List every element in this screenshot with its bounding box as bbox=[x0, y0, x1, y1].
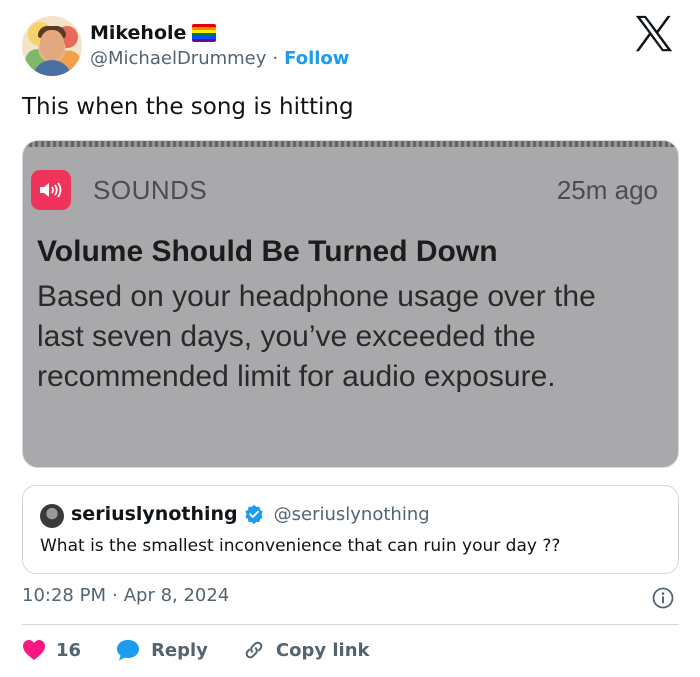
link-icon bbox=[245, 641, 263, 659]
verified-badge-icon bbox=[245, 504, 263, 524]
copy-link-label: Copy link bbox=[275, 639, 370, 661]
reply-label: Reply bbox=[151, 639, 208, 661]
handle-row: @MichaelDrummey · Follow bbox=[90, 48, 349, 69]
author-name-row[interactable]: Mikehole bbox=[90, 22, 217, 44]
notification-app-name: SOUNDS bbox=[93, 175, 208, 205]
avatar-face bbox=[40, 30, 64, 60]
like-button[interactable]: 16 bbox=[22, 639, 81, 661]
tweet-media-image[interactable]: SOUNDS 25m ago Volume Should Be Turned D… bbox=[22, 140, 679, 468]
pride-flag-icon bbox=[192, 24, 217, 42]
follow-button[interactable]: Follow bbox=[284, 48, 349, 69]
x-logo-icon[interactable] bbox=[632, 14, 676, 54]
author-handle[interactable]: @MichaelDrummey bbox=[90, 48, 266, 69]
like-count: 16 bbox=[56, 639, 82, 661]
quote-author-name[interactable]: seriuslynothing bbox=[71, 503, 238, 525]
tweet-date[interactable]: Apr 8, 2024 bbox=[124, 585, 230, 606]
media-top-edge bbox=[23, 141, 678, 147]
author-avatar[interactable] bbox=[22, 16, 82, 76]
heart-icon bbox=[23, 640, 45, 660]
copy-link-button[interactable]: Copy link bbox=[242, 638, 370, 662]
info-icon[interactable] bbox=[652, 587, 674, 609]
tweet-text: This when the song is hitting bbox=[22, 94, 354, 120]
action-bar: 16 Reply Copy link bbox=[22, 636, 404, 664]
avatar-shirt bbox=[32, 60, 72, 76]
tweet-time[interactable]: 10:28 PM bbox=[22, 585, 106, 606]
notification-time: 25m ago bbox=[556, 175, 658, 205]
quote-name-row: seriuslynothing @seriuslynothing bbox=[71, 503, 430, 525]
quote-text: What is the smallest inconvenience that … bbox=[40, 536, 561, 556]
quote-avatar[interactable] bbox=[40, 504, 64, 528]
quote-author-handle[interactable]: @seriuslynothing bbox=[274, 504, 430, 525]
notification-title: Volume Should Be Turned Down bbox=[37, 235, 498, 268]
tweet-timestamp[interactable]: 10:28 PM · Apr 8, 2024 bbox=[22, 585, 229, 606]
timestamp-separator: · bbox=[111, 585, 118, 606]
quoted-tweet[interactable]: seriuslynothing @seriuslynothing What is… bbox=[22, 485, 679, 574]
reply-bubble-icon bbox=[117, 640, 140, 661]
reply-button[interactable]: Reply bbox=[115, 638, 208, 662]
handle-separator: · bbox=[272, 48, 279, 69]
divider bbox=[22, 624, 679, 625]
notification-body: Based on your headphone usage over the l… bbox=[37, 280, 596, 393]
sound-icon bbox=[31, 170, 71, 210]
author-name[interactable]: Mikehole bbox=[90, 22, 186, 44]
